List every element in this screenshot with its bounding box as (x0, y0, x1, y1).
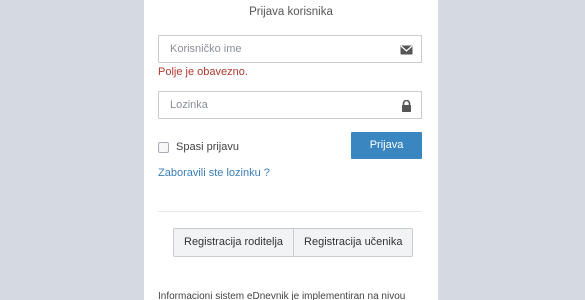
register-parent-button[interactable]: Registracija roditelja (173, 228, 295, 257)
envelope-icon (400, 43, 413, 55)
registration-buttons: Registracija roditelja Registracija učen… (173, 228, 414, 257)
login-button[interactable]: Prijava (351, 132, 422, 159)
footer-text: Informacioni sistem eDnevnik je implemen… (158, 291, 406, 300)
password-placeholder: Lozinka (170, 99, 208, 111)
remember-checkbox[interactable] (158, 141, 169, 153)
username-field[interactable]: Korisničko ime (158, 35, 422, 63)
remember-label: Spasi prijavu (176, 141, 239, 153)
form-title: Prijava korisnika (249, 6, 333, 18)
password-field[interactable]: Lozinka (158, 91, 422, 119)
forgot-password-link[interactable]: Zaboravili ste lozinku ? (158, 167, 270, 179)
username-error: Polje je obavezno. (158, 66, 248, 78)
username-placeholder: Korisničko ime (170, 43, 242, 55)
login-panel: Prijava korisnika Korisničko ime Polje j… (144, 0, 438, 300)
remember-login[interactable]: Spasi prijavu (158, 141, 239, 153)
register-student-button[interactable]: Registracija učenika (294, 228, 414, 257)
lock-icon (400, 99, 413, 112)
divider (158, 211, 422, 212)
